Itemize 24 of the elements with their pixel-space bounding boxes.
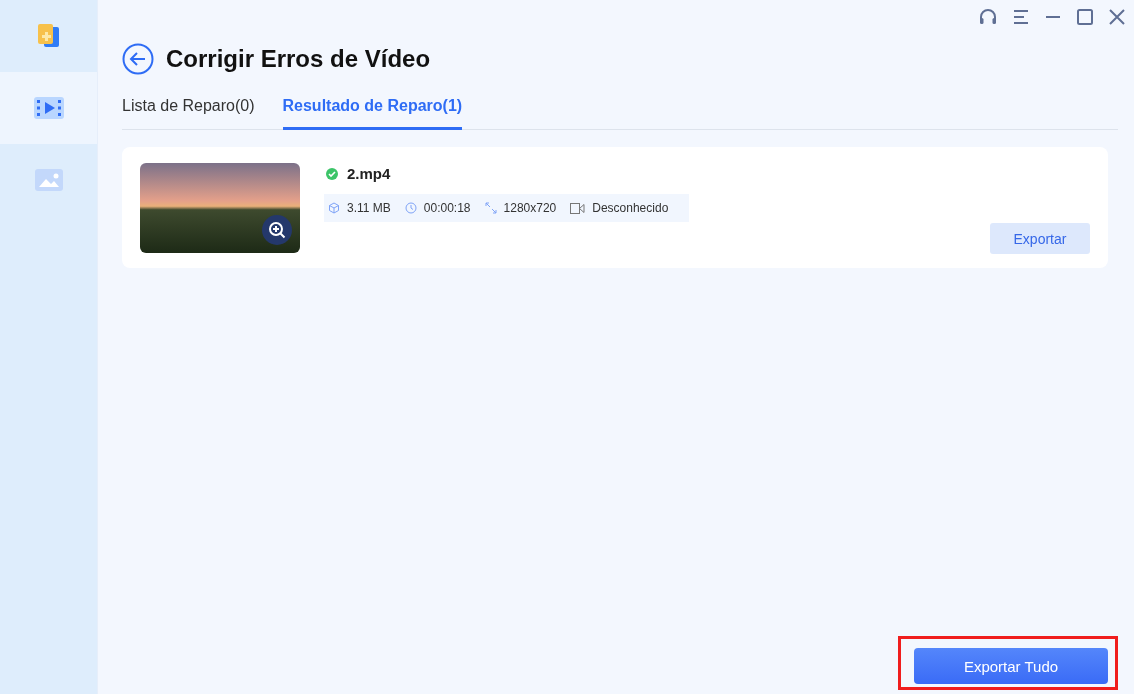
export-all-button[interactable]: Exportar Tudo — [914, 648, 1108, 684]
back-arrow-icon[interactable] — [122, 43, 154, 75]
video-icon — [33, 97, 64, 119]
duration: 00:00:18 — [423, 201, 471, 215]
video-codec: Desconhecido — [592, 201, 669, 215]
resolution: 1280x720 — [503, 201, 557, 215]
zoom-in-icon[interactable] — [262, 215, 292, 245]
export-button[interactable]: Exportar — [990, 223, 1090, 254]
close-icon[interactable] — [1108, 9, 1126, 25]
file-name: 2.mp4 — [347, 165, 391, 182]
file-size: 3.11 MB — [347, 201, 391, 215]
tab[interactable]: Resultado de Reparo(1) — [282, 97, 463, 130]
puzzle-icon — [35, 23, 62, 49]
headset-icon[interactable] — [978, 8, 998, 26]
menu-icon[interactable] — [1012, 9, 1030, 25]
clock-icon — [404, 202, 417, 214]
success-check-icon — [326, 167, 338, 180]
image-icon — [34, 169, 63, 191]
cube-icon — [328, 202, 340, 214]
page-title: Corrigir Erros de Vídeo — [166, 45, 431, 73]
resize-arrows-icon — [484, 202, 497, 214]
video-camera-icon — [570, 202, 586, 214]
tab[interactable]: Lista de Reparo(0) — [122, 97, 255, 130]
maximize-icon[interactable] — [1076, 9, 1094, 25]
